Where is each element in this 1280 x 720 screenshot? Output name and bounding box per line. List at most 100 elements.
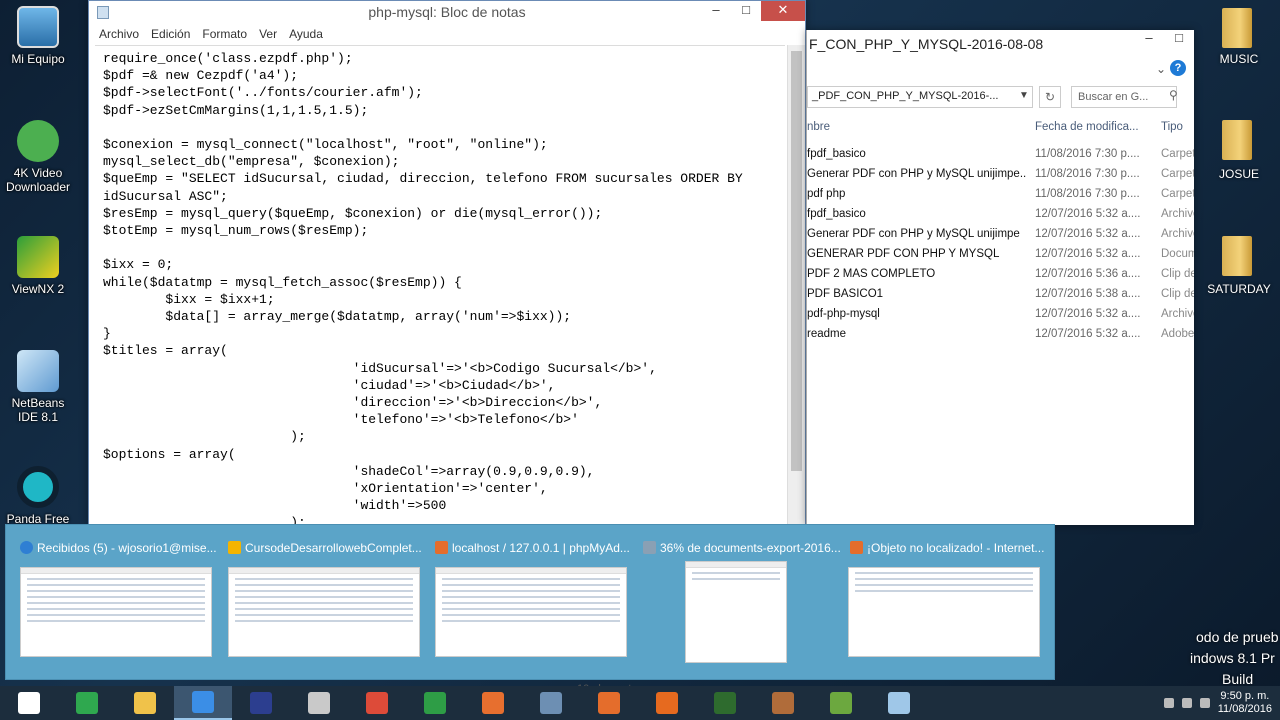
- file-row[interactable]: PDF 2 MAS COMPLETO 12/07/2016 5:36 a.... C…: [807, 265, 1194, 285]
- search-icon: ⚲: [1169, 88, 1178, 102]
- file-type: Adobe A: [1161, 328, 1194, 340]
- file-type: Carpeta: [1161, 168, 1194, 180]
- menu-edicion[interactable]: Edición: [145, 25, 196, 45]
- scrollbar-thumb[interactable]: [791, 51, 802, 471]
- folder-icon[interactable]: [1222, 8, 1252, 48]
- file-list: fpdf_basico11/08/2016 7:30 p....CarpetaG…: [807, 145, 1194, 345]
- column-header-name[interactable]: nbre: [807, 121, 830, 133]
- notepad-window[interactable]: php-mysql: Bloc de notas – □ ✕ Archivo E…: [88, 0, 806, 525]
- file-type: Clip de: [1161, 288, 1194, 300]
- vertical-scrollbar[interactable]: [787, 45, 805, 524]
- switcher-window-drive[interactable]: CursodeDesarrollowebComplet...: [220, 525, 425, 675]
- switcher-window-gmail[interactable]: Recibidos (5) - wjosorio1@mise...: [12, 525, 217, 675]
- file-explorer-icon[interactable]: [116, 686, 174, 720]
- file-name: fpdf_basico: [807, 148, 866, 160]
- column-header-date[interactable]: Fecha de modifica...: [1035, 121, 1139, 133]
- file-row[interactable]: Generar PDF con PHP y MySQL unijimpe 12/0…: [807, 225, 1194, 245]
- file-date: 12/07/2016 5:36 a....: [1035, 268, 1141, 280]
- notepad-icon[interactable]: [870, 686, 928, 720]
- clock[interactable]: 9:50 p. m. 11/08/2016: [1218, 690, 1272, 716]
- folder-icon[interactable]: [1222, 120, 1252, 160]
- maximize-button[interactable]: □: [1164, 30, 1194, 50]
- window-thumbnail: [685, 561, 787, 663]
- firefox-icon[interactable]: [638, 686, 696, 720]
- devcpp-icon[interactable]: [232, 686, 290, 720]
- file-date: 12/07/2016 5:32 a....: [1035, 208, 1141, 220]
- file-explorer-window[interactable]: F_CON_PHP_Y_MYSQL-2016-08-08 – □ ⌄ ? _PD…: [806, 30, 1194, 525]
- help-icon[interactable]: ?: [1170, 60, 1186, 76]
- switcher-window-download[interactable]: 36% de documents-export-2016...: [635, 525, 841, 675]
- search-input[interactable]: Buscar en G...: [1071, 86, 1177, 108]
- switcher-window-title: localhost / 127.0.0.1 | phpMyAd...: [452, 541, 630, 555]
- file-row[interactable]: fpdf_basico 11/08/2016 7:30 p.... Carpeta: [807, 145, 1194, 165]
- address-bar[interactable]: _PDF_CON_PHP_Y_MYSQL-2016-...: [807, 86, 1033, 108]
- switcher-window-objeto[interactable]: ¡Objeto no localizado! - Internet...: [842, 525, 1047, 675]
- desktop-icon-4k-video[interactable]: 4K Video Downloader: [0, 120, 76, 194]
- start-button[interactable]: [0, 686, 58, 720]
- chevron-down-icon[interactable]: ▼: [1019, 90, 1029, 101]
- column-headers: nbre Fecha de modifica... Tipo: [807, 118, 1194, 138]
- chevron-down-icon[interactable]: ⌄: [1156, 62, 1166, 76]
- netbeans-cube-icon: [17, 350, 59, 392]
- title-bar[interactable]: F_CON_PHP_Y_MYSQL-2016-08-08 – □: [807, 30, 1194, 58]
- xampp-icon[interactable]: [580, 686, 638, 720]
- calculator-icon[interactable]: [406, 686, 464, 720]
- file-name: readme: [807, 328, 846, 340]
- tray-up-arrow-icon[interactable]: [1163, 698, 1174, 708]
- dreamweaver-icon[interactable]: [696, 686, 754, 720]
- java-icon[interactable]: [464, 686, 522, 720]
- window-title: F_CON_PHP_Y_MYSQL-2016-08-08: [809, 36, 1044, 52]
- file-row[interactable]: Generar PDF con PHP y MySQL unijimpe... 1…: [807, 165, 1194, 185]
- window-title: php-mysql: Bloc de notas: [368, 4, 526, 20]
- firefox-icon: [656, 692, 678, 714]
- column-header-type[interactable]: Tipo: [1161, 121, 1183, 133]
- file-row[interactable]: readme 12/07/2016 5:32 a.... Adobe A: [807, 325, 1194, 345]
- switcher-window-phpmyadmin[interactable]: localhost / 127.0.0.1 | phpMyAd...: [427, 525, 632, 675]
- minimize-button[interactable]: –: [1134, 30, 1164, 50]
- file-date: 11/08/2016 7:30 p....: [1035, 168, 1140, 180]
- paint-icon: [308, 692, 330, 714]
- store-icon[interactable]: [58, 686, 116, 720]
- minimize-button[interactable]: –: [701, 1, 731, 21]
- download-cloud-icon: [17, 120, 59, 162]
- refresh-icon[interactable]: ↻: [1039, 86, 1061, 108]
- desktop-icon-viewnx[interactable]: ViewNX 2: [0, 236, 76, 296]
- internet-explorer-icon[interactable]: [174, 686, 232, 720]
- menu-formato[interactable]: Formato: [196, 25, 253, 45]
- text-editor-area[interactable]: require_once('class.ezpdf.php'); $pdf =&…: [95, 45, 785, 524]
- green-app-icon[interactable]: [812, 686, 870, 720]
- viewnx-icon: [17, 236, 59, 278]
- devcpp-icon: [250, 692, 272, 714]
- menu-ver[interactable]: Ver: [253, 25, 283, 45]
- java-icon: [482, 692, 504, 714]
- glove-icon: [772, 692, 794, 714]
- chrome-icon[interactable]: [348, 686, 406, 720]
- glove-icon[interactable]: [754, 686, 812, 720]
- close-button[interactable]: ✕: [761, 1, 805, 21]
- switcher-window-title: 36% de documents-export-2016...: [660, 541, 841, 555]
- desktop-icon-netbeans[interactable]: NetBeans IDE 8.1: [0, 350, 76, 424]
- file-row[interactable]: fpdf_basico 12/07/2016 5:32 a.... Archivo: [807, 205, 1194, 225]
- virtualbox-icon[interactable]: [522, 686, 580, 720]
- task-switcher: Recibidos (5) - wjosorio1@mise... Cursod…: [5, 524, 1055, 680]
- maximize-button[interactable]: □: [731, 1, 761, 21]
- desktop-icon-label: 4K Video Downloader: [5, 166, 71, 194]
- desktop-icon-saturday-label: SATURDAY: [1207, 282, 1271, 296]
- menu-ayuda[interactable]: Ayuda: [283, 25, 329, 45]
- file-row[interactable]: pdf-php-mysql 12/07/2016 5:32 a.... Archiv…: [807, 305, 1194, 325]
- desktop-icon-panda[interactable]: Panda Free: [0, 466, 76, 526]
- folder-icon[interactable]: [1222, 236, 1252, 276]
- menu-archivo[interactable]: Archivo: [93, 25, 145, 45]
- file-name: pdf-php-mysql: [807, 308, 880, 320]
- network-icon[interactable]: [1181, 698, 1192, 708]
- file-row[interactable]: pdf php 11/08/2016 7:30 p.... Carpeta: [807, 185, 1194, 205]
- paint-icon[interactable]: [290, 686, 348, 720]
- file-row[interactable]: PDF BASICO1 12/07/2016 5:38 a.... Clip de: [807, 285, 1194, 305]
- dreamweaver-icon: [714, 692, 736, 714]
- title-bar[interactable]: php-mysql: Bloc de notas – □ ✕: [89, 1, 805, 25]
- desktop-icon-mi-equipo[interactable]: Mi Equipo: [0, 6, 76, 66]
- ribbon-bar: ⌄ ?: [807, 58, 1194, 86]
- file-date: 11/08/2016 7:30 p....: [1035, 148, 1140, 160]
- volume-icon[interactable]: [1199, 698, 1210, 708]
- file-row[interactable]: GENERAR PDF CON PHP Y MYSQL 12/07/2016 5:…: [807, 245, 1194, 265]
